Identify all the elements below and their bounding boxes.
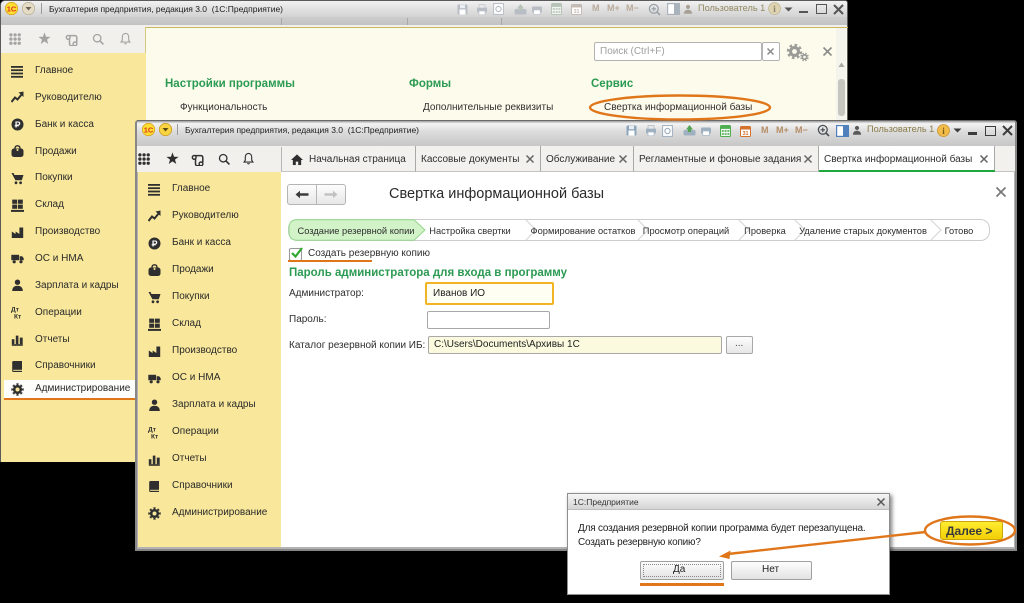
svg-text:31: 31 xyxy=(573,9,579,15)
svg-text:Дт: Дт xyxy=(148,426,157,433)
svg-text:Готово: Готово xyxy=(945,226,974,236)
svg-text:Формирование остатков: Формирование остатков xyxy=(531,226,636,236)
svg-text:Настройка свертки: Настройка свертки xyxy=(429,226,511,236)
svg-text:Кт: Кт xyxy=(14,314,22,319)
svg-text:31: 31 xyxy=(742,130,748,136)
svg-text:1С: 1С xyxy=(7,4,17,13)
svg-text:Проверка: Проверка xyxy=(744,226,786,236)
svg-text:Кт: Кт xyxy=(151,433,159,438)
svg-text:P: P xyxy=(15,120,21,130)
svg-text:Создание резервной копии: Создание резервной копии xyxy=(298,226,415,236)
svg-text:Просмотр операций: Просмотр операций xyxy=(643,226,729,236)
svg-text:Удаление старых документов: Удаление старых документов xyxy=(799,226,927,236)
svg-text:P: P xyxy=(152,238,158,248)
svg-text:1С: 1С xyxy=(144,125,154,134)
svg-text:Дт: Дт xyxy=(11,307,20,314)
